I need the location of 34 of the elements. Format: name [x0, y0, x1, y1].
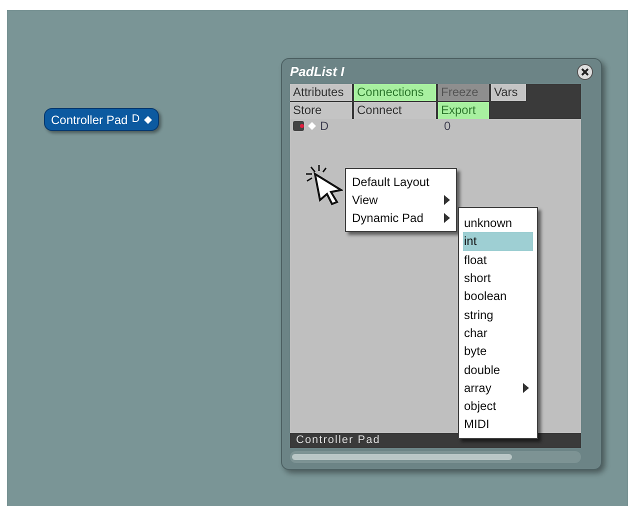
tab[interactable]: Attributes: [290, 84, 354, 101]
menu-item[interactable]: byte: [463, 342, 533, 360]
menu-item[interactable]: string: [463, 305, 533, 324]
submenu-arrow-icon: [523, 382, 529, 393]
menu-item[interactable]: short: [463, 268, 533, 288]
tab[interactable]: Export: [438, 102, 491, 119]
scrollbar[interactable]: [290, 451, 581, 463]
menu-item[interactable]: object: [463, 396, 533, 416]
menu-item[interactable]: array: [463, 378, 533, 397]
tab[interactable]: Connections: [354, 84, 438, 101]
menu-item[interactable]: View: [352, 191, 450, 209]
menu-item[interactable]: Dynamic Pad: [352, 209, 450, 227]
port-diamond-icon[interactable]: [144, 116, 152, 124]
menu-item[interactable]: MIDI: [463, 415, 533, 434]
menu-item[interactable]: Default Layout: [352, 173, 450, 191]
diamond-icon: [308, 122, 316, 130]
tab[interactable]: Connect: [354, 102, 438, 119]
tab[interactable]: Store: [290, 102, 354, 119]
tab[interactable]: Vars: [491, 84, 528, 101]
menu-item[interactable]: boolean: [463, 287, 533, 306]
pad-value: 0: [444, 118, 451, 135]
menu-item[interactable]: double: [463, 360, 533, 379]
menu-item[interactable]: float: [463, 250, 533, 269]
cursor-icon: [303, 164, 343, 206]
node-label: Controller Pad: [51, 112, 128, 128]
menu-item[interactable]: int: [463, 232, 533, 251]
close-icon[interactable]: [577, 64, 593, 80]
window-title: PadList I: [290, 62, 344, 81]
controller-pad-node[interactable]: Controller Pad D: [44, 108, 159, 131]
menu-item[interactable]: unknown: [463, 214, 533, 232]
menu-item[interactable]: char: [463, 324, 533, 342]
pad-icon: [293, 121, 304, 131]
port-label: D: [132, 112, 140, 128]
pad-name: D: [320, 118, 330, 135]
